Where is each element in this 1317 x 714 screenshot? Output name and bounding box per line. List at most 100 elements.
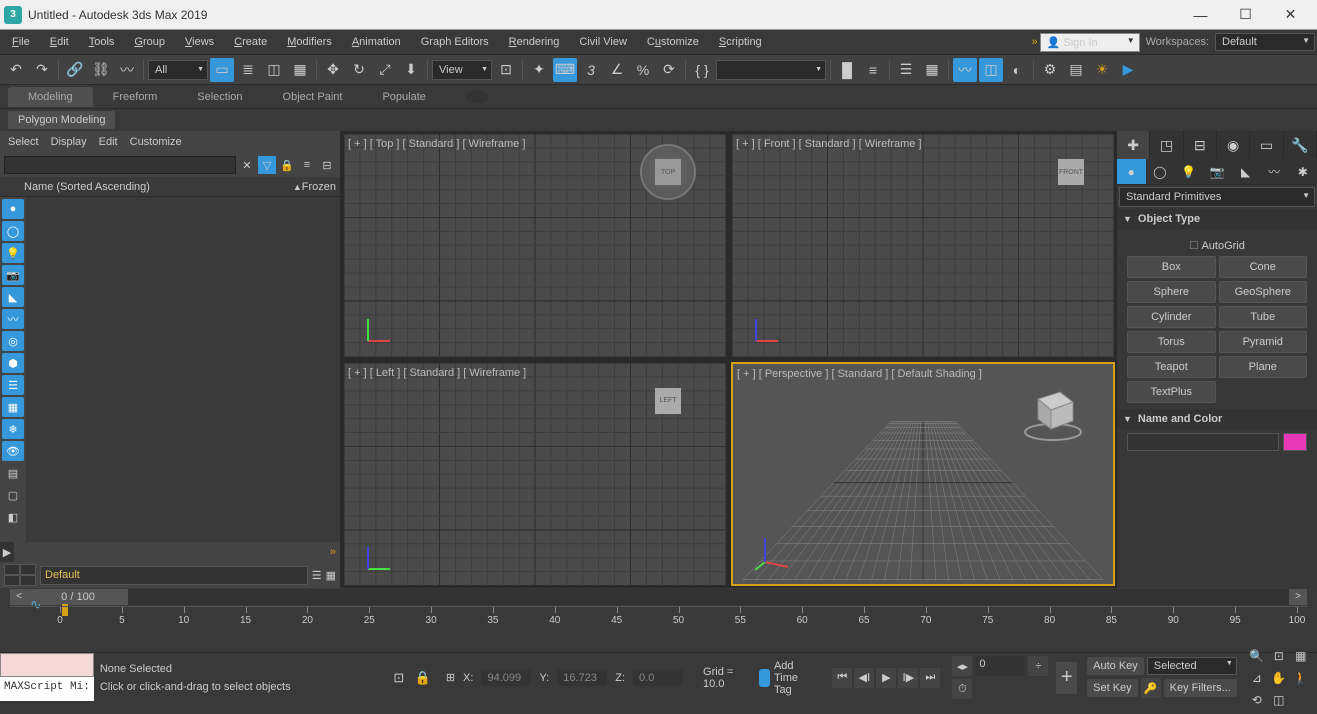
key-mode-toggle[interactable]: ◂▸ [952,656,972,676]
move-button[interactable]: ✥ [321,58,345,82]
tab-modify[interactable]: ◳ [1150,131,1183,159]
ribbon-tab-object-paint[interactable]: Object Paint [263,87,363,107]
select-by-name-button[interactable]: ≣ [236,58,260,82]
ribbon-collapse-toggle[interactable] [466,91,488,103]
time-slider-track[interactable]: 0 / 100 [28,589,1289,605]
autogrid-checkbox[interactable]: ☐ AutoGrid [1127,235,1307,256]
menu-rendering[interactable]: Rendering [499,32,570,52]
spinner-snap-toggle[interactable]: ⟳ [657,58,681,82]
ribbon-tab-freeform[interactable]: Freeform [93,87,178,107]
zoom-extents-button[interactable]: ⊡ [1269,646,1289,666]
menu-overflow-icon[interactable]: » [1032,36,1038,48]
render-frame-button[interactable]: ▤ [1064,58,1088,82]
ribbon-tab-populate[interactable]: Populate [362,87,445,107]
key-filter-dropdown[interactable]: Selected [1147,657,1237,675]
menu-civil-view[interactable]: Civil View [569,32,636,52]
ref-coord-dropdown[interactable]: View [432,60,492,80]
object-pyramid-button[interactable]: Pyramid [1219,331,1308,353]
goto-start-button[interactable]: ⏮ [832,668,852,688]
angle-snap-toggle[interactable]: ∠ [605,58,629,82]
filter-lights-icon[interactable]: 💡 [2,243,24,263]
viewport-left[interactable]: [ + ] [ Left ] [ Standard ] [ Wireframe … [343,362,727,587]
ribbon-tab-selection[interactable]: Selection [177,87,262,107]
select-object-button[interactable]: ▭ [210,58,234,82]
layer-dropdown[interactable]: Default [40,566,308,585]
layer-manager-button[interactable]: ☰ [312,569,322,582]
material-editor-button[interactable]: ◐ [1005,58,1029,82]
scene-explorer-list[interactable] [26,197,340,542]
filter-spacewarp-icon[interactable]: 〰 [2,309,24,329]
clear-filter-button[interactable]: ✕ [238,156,256,174]
selection-filter-dropdown[interactable]: All [148,60,208,80]
time-ruler[interactable]: ∿ 05101520253035404550556065707580859095… [10,606,1307,632]
max-toggle-button[interactable]: ◫ [1269,690,1289,710]
layer-explorer-button[interactable]: ☰ [894,58,918,82]
close-button[interactable]: ✕ [1268,0,1313,30]
play-button[interactable]: ▶ [876,668,896,688]
viewport-left-label[interactable]: [ + ] [ Left ] [ Standard ] [ Wireframe … [348,367,526,379]
filter-helpers-icon[interactable]: ◣ [2,287,24,307]
bind-spacewarp-button[interactable]: 〰 [115,58,139,82]
frame-spinner[interactable]: ÷ [1028,656,1048,676]
subtab-helpers[interactable]: ◣ [1231,159,1260,184]
pan-view-button[interactable]: 🔍 [1247,646,1267,666]
unlink-button[interactable]: ⛓ [89,58,113,82]
schematic-view-button[interactable]: ◫ [979,58,1003,82]
filter-shapes-icon[interactable]: ◯ [2,221,24,241]
time-slider-prev[interactable]: < [10,589,28,605]
header-frozen-column[interactable]: Frozen [302,181,336,193]
add-time-tag-button[interactable]: Add Time Tag [774,660,816,696]
object-textplus-button[interactable]: TextPlus [1127,381,1216,403]
render-setup-button[interactable]: ⚙ [1038,58,1062,82]
viewport-perspective[interactable]: [ + ] [ Perspective ] [ Standard ] [ Def… [731,362,1115,587]
redo-button[interactable]: ↷ [30,58,54,82]
object-color-swatch[interactable] [1283,433,1307,451]
time-slider-thumb[interactable]: 0 / 100 [28,589,128,605]
walk-button[interactable]: 🚶 [1291,668,1311,688]
mirror-button[interactable]: ▐▌ [835,58,859,82]
viewport-front[interactable]: [ + ] [ Front ] [ Standard ] [ Wireframe… [731,133,1115,358]
rotate-button[interactable]: ↻ [347,58,371,82]
named-selection-dropdown[interactable] [716,60,826,80]
key-filters-button[interactable]: Key Filters... [1164,679,1237,697]
orbit-button[interactable]: ⟲ [1247,690,1267,710]
object-tube-button[interactable]: Tube [1219,306,1308,328]
filter-toggle[interactable]: ▽ [258,156,276,174]
default-key-icon[interactable]: 🔑 [1141,678,1161,698]
collapse-indicator-icon[interactable]: » [326,542,340,562]
menu-animation[interactable]: Animation [342,32,411,52]
time-tag-icon[interactable] [759,669,770,687]
filter-all-button[interactable]: ▤ [2,463,24,483]
filter-bone-icon[interactable]: ☰ [2,375,24,395]
prev-frame-button[interactable]: ◀Ⅰ [854,668,874,688]
viewport-top[interactable]: [ + ] [ Top ] [ Standard ] [ Wireframe ]… [343,133,727,358]
render-scene-button[interactable]: ▶ [1116,58,1140,82]
viewport-perspective-label[interactable]: [ + ] [ Perspective ] [ Standard ] [ Def… [737,368,982,380]
transform-type-in-icon[interactable]: ⊞ [446,671,455,684]
layer-properties-button[interactable]: ▦ [326,569,336,582]
filter-hidden-icon[interactable]: 👁 [2,441,24,461]
selection-lock-icon[interactable]: 🔒 [414,669,432,687]
next-frame-button[interactable]: Ⅰ▶ [898,668,918,688]
scale-button[interactable]: ⤢ [373,58,397,82]
time-config-button[interactable]: ⏱ [952,679,972,699]
ribbon-tab-modeling[interactable]: Modeling [8,87,93,107]
placement-button[interactable]: ⬇ [399,58,423,82]
subtab-lights[interactable]: 💡 [1174,159,1203,184]
category-dropdown[interactable]: Standard Primitives [1119,187,1315,207]
menu-graph-editors[interactable]: Graph Editors [411,32,499,52]
sign-in-dropdown[interactable]: 👤 Sign In [1040,33,1140,52]
filter-geometry-icon[interactable]: ● [2,199,24,219]
toggle-ribbon-button[interactable]: ▦ [920,58,944,82]
object-plane-button[interactable]: Plane [1219,356,1308,378]
y-coord[interactable]: 16.723 [557,670,607,686]
se-menu-customize[interactable]: Customize [130,136,182,148]
tab-motion[interactable]: ◉ [1217,131,1250,159]
object-sphere-button[interactable]: Sphere [1127,281,1216,303]
zoom-extents-all-button[interactable]: ▦ [1291,646,1311,666]
snap-toggle[interactable]: 3 [579,58,603,82]
menu-edit[interactable]: Edit [40,32,79,52]
viewcube-perspective[interactable] [1018,374,1088,444]
goto-end-button[interactable]: ⏭ [920,668,940,688]
subtab-shapes[interactable]: ◯ [1146,159,1175,184]
